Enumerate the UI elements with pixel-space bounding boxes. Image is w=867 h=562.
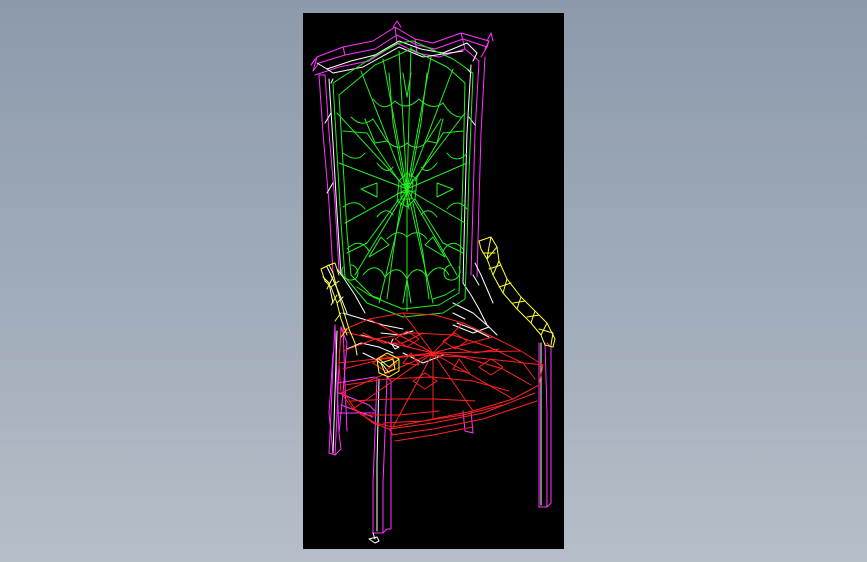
seat-cushion-wireframe <box>338 312 544 442</box>
cad-viewport[interactable] <box>303 13 564 549</box>
armrest-right-wireframe <box>478 236 556 348</box>
chair-frame-wireframe <box>310 20 552 534</box>
structural-edges-wireframe <box>316 40 542 544</box>
chair-wireframe-model <box>310 20 556 544</box>
backrest-webbing-wireframe <box>332 40 474 318</box>
